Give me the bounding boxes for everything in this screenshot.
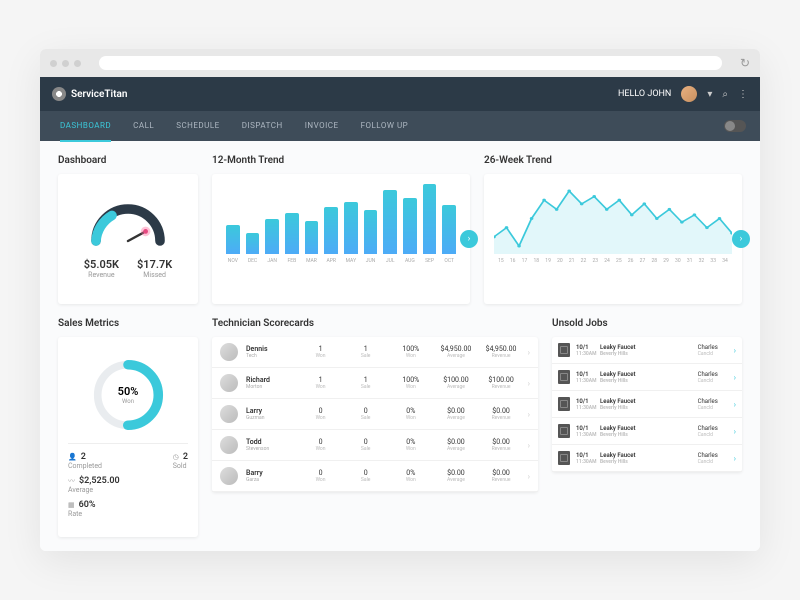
chevron-right-icon: › (528, 379, 530, 388)
completed-val: 2 (81, 452, 86, 462)
revenue-value: $5.05K (84, 258, 119, 271)
revenue-label: Revenue (88, 271, 114, 279)
bar (423, 184, 437, 254)
donut-chart: 50%Won (88, 355, 168, 435)
bar (344, 202, 358, 255)
min-dot[interactable] (62, 60, 69, 67)
won-label: Won (122, 398, 134, 405)
job-row[interactable]: 10/111:30AMLeaky FaucetBeverly HillsChar… (552, 337, 742, 364)
dashboard-title: Dashboard (58, 155, 198, 166)
bar (285, 213, 299, 254)
more-icon[interactable]: ⋮ (738, 89, 748, 100)
missed-value: $17.7K (137, 258, 172, 271)
trend12-title: 12-Month Trend (212, 155, 470, 166)
browser-chrome: ↻ (40, 49, 760, 77)
dark-toggle[interactable] (724, 120, 746, 132)
rate-val: 60% (79, 500, 96, 510)
content: Dashboard $5.05KRevenue $17.7KMis (40, 141, 760, 551)
sold-val: 2 (183, 452, 188, 462)
unsold-title: Unsold Jobs (552, 318, 742, 329)
line-chart (494, 184, 732, 254)
job-row[interactable]: 10/111:30AMLeaky FaucetBeverly HillsChar… (552, 364, 742, 391)
bar (246, 233, 260, 254)
trend26-next-button[interactable]: › (732, 230, 750, 248)
tech-row[interactable]: BarryGarza0Won0Sale0%Won$0.00Average$0.0… (212, 461, 538, 492)
tech-row[interactable]: LarryGuzman0Won0Sale0%Won$0.00Average$0.… (212, 399, 538, 430)
chevron-right-icon: › (734, 346, 736, 355)
job-icon (558, 397, 570, 411)
topbar-right: HELLO JOHN ▾ ⌕ ⋮ (618, 86, 748, 102)
traffic-lights (50, 60, 81, 67)
bar (324, 207, 338, 254)
bar (442, 205, 456, 254)
browser-window: ↻ ServiceTitan HELLO JOHN ▾ ⌕ ⋮ DASHBOAR… (40, 49, 760, 551)
bar (403, 198, 417, 254)
job-icon (558, 451, 570, 465)
url-bar[interactable] (99, 56, 722, 70)
avg-val: $2,525.00 (79, 476, 120, 486)
tech-avatar (220, 405, 238, 423)
tech-avatar (220, 436, 238, 454)
user-avatar[interactable] (681, 86, 697, 102)
nav-invoice[interactable]: INVOICE (305, 111, 339, 142)
search-icon[interactable]: ⌕ (722, 89, 728, 100)
nav-schedule[interactable]: SCHEDULE (176, 111, 220, 142)
chevron-right-icon: › (734, 454, 736, 463)
brand-icon (52, 87, 66, 101)
chevron-right-icon: › (528, 348, 530, 357)
max-dot[interactable] (74, 60, 81, 67)
job-icon (558, 424, 570, 438)
sales-card: 50%Won 👤2Completed ◷2Sold 〰$2,525.00Aver… (58, 337, 198, 537)
chevron-right-icon: › (734, 400, 736, 409)
close-dot[interactable] (50, 60, 57, 67)
navbar: DASHBOARD CALL SCHEDULE DISPATCH INVOICE FOLL… (40, 111, 760, 141)
chevron-right-icon: › (528, 441, 530, 450)
revenue-gauge-card: $5.05KRevenue $17.7KMissed (58, 174, 198, 304)
bar (265, 219, 279, 254)
brand-text: ServiceTitan (71, 89, 127, 100)
scorecards-title: Technician Scorecards (212, 318, 538, 329)
chevron-right-icon: › (734, 427, 736, 436)
job-list: 10/111:30AMLeaky FaucetBeverly HillsChar… (552, 337, 742, 472)
tech-row[interactable]: RichardMorton1Won1Sale100%Won$100.00Aver… (212, 368, 538, 399)
sales-title: Sales Metrics (58, 318, 198, 329)
tech-row[interactable]: ToddStevenson0Won0Sale0%Won$0.00Average$… (212, 430, 538, 461)
tech-avatar (220, 374, 238, 392)
tech-row[interactable]: DennisTech1Won1Sale100%Won$4,950.00Avera… (212, 337, 538, 368)
gauge-chart (88, 200, 168, 250)
nav-call[interactable]: CALL (133, 111, 154, 142)
nav-dashboard[interactable]: DASHBOARD (60, 111, 111, 142)
trend12-card: NOVDECJANFEBMARAPRMAYJUNJULAUGSEPOCT › (212, 174, 470, 304)
bar (383, 190, 397, 254)
nav-dispatch[interactable]: DISPATCH (242, 111, 283, 142)
job-row[interactable]: 10/111:30AMLeaky FaucetBeverly HillsChar… (552, 445, 742, 472)
brand[interactable]: ServiceTitan (52, 87, 127, 101)
tech-avatar (220, 343, 238, 361)
chevron-right-icon: › (528, 472, 530, 481)
bar (305, 221, 319, 254)
chevron-right-icon: › (734, 373, 736, 382)
job-row[interactable]: 10/111:30AMLeaky FaucetBeverly HillsChar… (552, 391, 742, 418)
bar-chart (222, 184, 460, 254)
chevron-right-icon: › (528, 410, 530, 419)
bar (226, 225, 240, 254)
job-row[interactable]: 10/111:30AMLeaky FaucetBeverly HillsChar… (552, 418, 742, 445)
refresh-icon[interactable]: ↻ (740, 56, 750, 70)
tech-avatar (220, 467, 238, 485)
greeting: HELLO JOHN (618, 89, 671, 99)
bar (364, 210, 378, 254)
chevron-down-icon[interactable]: ▾ (707, 89, 712, 100)
nav-follow up[interactable]: FOLLOW UP (361, 111, 409, 142)
job-icon (558, 370, 570, 384)
missed-label: Missed (143, 271, 166, 279)
job-icon (558, 343, 570, 357)
trend26-card: 1516171819202122232425262728293031323334… (484, 174, 742, 304)
trend12-next-button[interactable]: › (460, 230, 478, 248)
trend26-title: 26-Week Trend (484, 155, 742, 166)
app-topbar: ServiceTitan HELLO JOHN ▾ ⌕ ⋮ (40, 77, 760, 111)
won-pct: 50% (118, 385, 139, 398)
tech-list: DennisTech1Won1Sale100%Won$4,950.00Avera… (212, 337, 538, 492)
